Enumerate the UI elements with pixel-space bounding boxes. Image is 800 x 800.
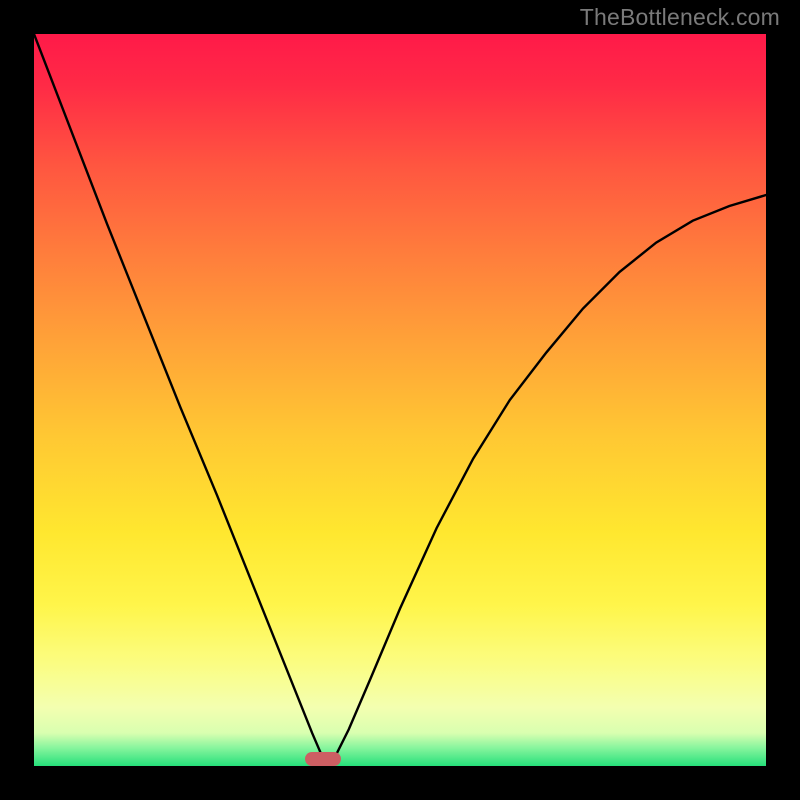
bottleneck-marker — [305, 752, 341, 766]
gradient-background — [34, 34, 766, 766]
plot-area — [34, 34, 766, 766]
watermark-text: TheBottleneck.com — [580, 4, 780, 31]
chart-svg — [34, 34, 766, 766]
outer-frame: TheBottleneck.com — [0, 0, 800, 800]
